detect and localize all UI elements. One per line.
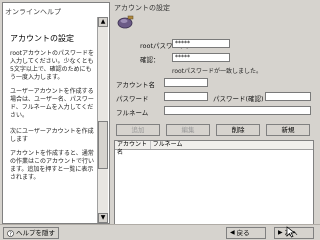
help-paragraph: ユーザーアカウントを作成する場合は、ユーザー名、パスワード、フルネームを入力して… [10, 88, 94, 119]
next-arrow-icon: ▶ [278, 229, 283, 236]
password-match-note: rootパスワードが一致しました。 [172, 68, 263, 75]
full-name-field[interactable] [164, 106, 311, 115]
mouse-cursor-icon [286, 226, 296, 238]
new-button[interactable]: 新規 [266, 124, 310, 136]
full-name-label: フルネーム [116, 109, 149, 117]
help-scrollbar[interactable]: ▲ ▼ [97, 17, 108, 223]
scroll-thumb[interactable] [98, 121, 108, 169]
svg-text:?: ? [9, 231, 12, 236]
delete-button[interactable]: 削除 [216, 124, 260, 136]
account-name-field[interactable] [164, 78, 208, 87]
back-button[interactable]: ◀ 戻る [226, 227, 266, 239]
user-password-label: パスワード [116, 95, 149, 103]
column-header-account[interactable]: アカウント名 [115, 141, 151, 156]
account-name-label: アカウント名 [116, 81, 155, 89]
page-title: アカウントの設定 [114, 4, 170, 12]
help-paragraph: rootアカウントのパスワードを入力してください。少なくとも5文字以上で、確認の… [10, 50, 95, 81]
scroll-down-button[interactable]: ▼ [98, 213, 108, 223]
add-button[interactable]: 追加 [116, 124, 160, 136]
user-confirm-label: パスワード(確認) [213, 95, 264, 103]
user-confirm-field[interactable] [265, 92, 311, 101]
help-text-area: アカウントの設定 rootアカウントのパスワードを入力してください。少なくとも5… [6, 17, 98, 222]
root-confirm-field[interactable]: ***** [172, 53, 230, 62]
help-icon: ? [7, 229, 14, 237]
hide-help-button[interactable]: ? ヘルプを隠す [3, 227, 59, 239]
installer-window: オンラインヘルプ アカウントの設定 rootアカウントのパスワードを入力してくだ… [0, 0, 320, 240]
root-password-field[interactable]: ***** [172, 39, 230, 48]
user-account-list[interactable]: アカウント名 フルネーム [114, 140, 314, 226]
online-help-pane: オンラインヘルプ アカウントの設定 rootアカウントのパスワードを入力してくだ… [2, 2, 110, 224]
back-arrow-icon: ◀ [230, 229, 235, 236]
list-header: アカウント名 フルネーム [115, 141, 313, 156]
user-password-field[interactable] [164, 92, 208, 101]
column-header-fullname[interactable]: フルネーム [151, 141, 313, 149]
help-paragraph: アカウントを作成すると、通常の作業はこのアカウントで行います。追加を押すと一覧に… [10, 150, 95, 181]
hide-help-label: ヘルプを隠す [16, 229, 55, 237]
help-pane-title: オンラインヘルプ [5, 8, 61, 16]
root-confirm-label: 確認： [140, 56, 160, 64]
keys-icon [117, 15, 134, 29]
back-label: 戻る [236, 229, 250, 237]
edit-button[interactable]: 編集 [166, 124, 210, 136]
bottom-button-bar: ? ヘルプを隠す ◀ 戻る ▶ 次へ [0, 224, 320, 240]
scroll-up-button[interactable]: ▲ [98, 17, 108, 27]
help-subheading: 次にユーザーアカウントを作成します [10, 128, 94, 143]
help-heading: アカウントの設定 [10, 34, 74, 43]
